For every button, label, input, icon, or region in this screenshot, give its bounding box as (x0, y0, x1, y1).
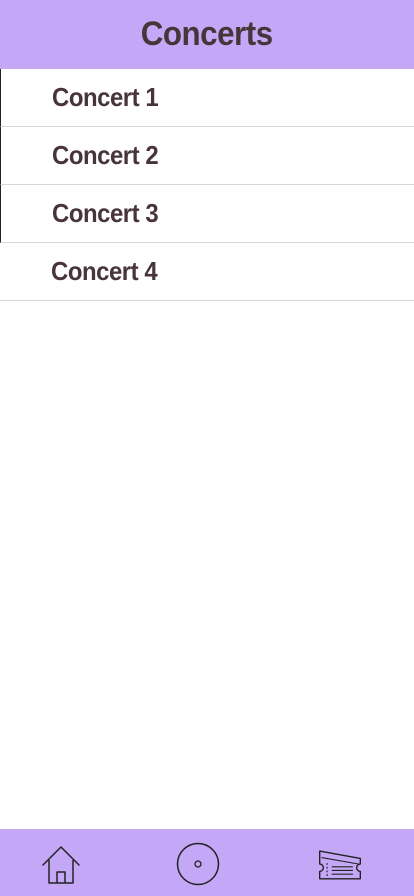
ticket-icon (319, 850, 361, 880)
app-screen: Concerts Concert 1 Concert 2 Concert 3 C… (0, 0, 414, 896)
concert-list-item-2[interactable]: Concert 2 (0, 127, 414, 185)
home-icon (42, 846, 80, 884)
top-bar: Concerts (0, 0, 414, 69)
tab-home[interactable] (37, 842, 85, 886)
tab-tickets[interactable] (316, 842, 364, 886)
concert-list-item-1[interactable]: Concert 1 (0, 69, 414, 127)
concert-list-item-label: Concert 1 (52, 82, 159, 112)
concert-list-item-3[interactable]: Concert 3 (0, 185, 414, 243)
disc-icon (176, 842, 220, 886)
concert-list-item-label: Concert 3 (52, 198, 159, 228)
page-title: Concerts (141, 15, 273, 53)
concert-list-item-label: Concert 2 (52, 140, 159, 170)
tab-music[interactable] (174, 842, 222, 886)
concert-list-item-4[interactable]: Concert 4 (0, 243, 414, 301)
concert-list-item-label: Concert 4 (51, 256, 158, 286)
concert-list: Concert 1 Concert 2 Concert 3 Concert 4 (0, 69, 414, 301)
bottom-tab-bar (0, 829, 414, 896)
